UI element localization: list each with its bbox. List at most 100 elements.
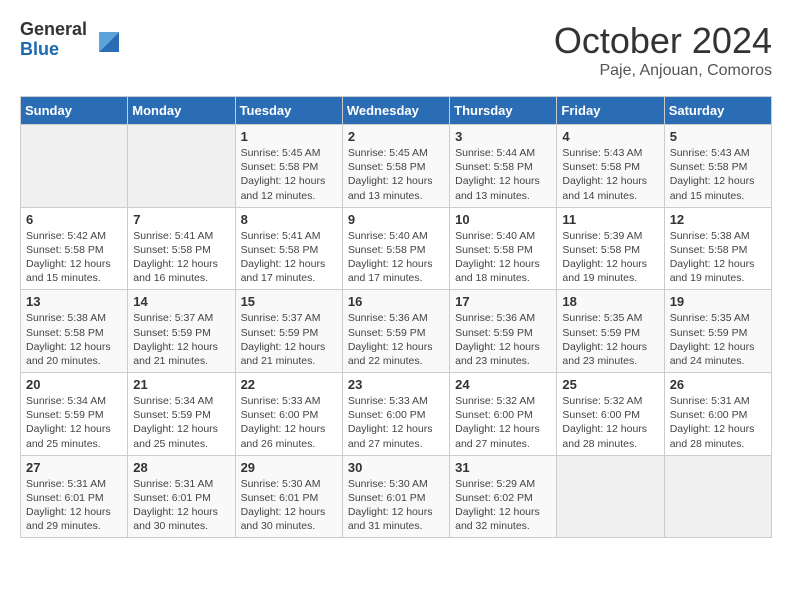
calendar-week-row: 6 Sunrise: 5:42 AMSunset: 5:58 PMDaylight… <box>21 207 772 290</box>
calendar-week-row: 13 Sunrise: 5:38 AMSunset: 5:58 PMDayligh… <box>21 290 772 373</box>
day-number: 6 <box>26 212 122 227</box>
day-info: Sunrise: 5:42 AMSunset: 5:58 PMDaylight:… <box>26 229 122 286</box>
day-info: Sunrise: 5:35 AMSunset: 5:59 PMDaylight:… <box>562 311 658 368</box>
month-title: October 2024 <box>554 20 772 62</box>
day-number: 25 <box>562 377 658 392</box>
day-number: 15 <box>241 294 337 309</box>
logo-general-text: General <box>20 20 87 40</box>
day-number: 7 <box>133 212 229 227</box>
day-info: Sunrise: 5:34 AMSunset: 5:59 PMDaylight:… <box>133 394 229 451</box>
page-header: General Blue October 2024 Paje, Anjouan,… <box>20 20 772 80</box>
day-info: Sunrise: 5:40 AMSunset: 5:58 PMDaylight:… <box>348 229 444 286</box>
calendar-header-tuesday: Tuesday <box>235 97 342 125</box>
calendar-cell: 28 Sunrise: 5:31 AMSunset: 6:01 PMDayligh… <box>128 455 235 538</box>
calendar-cell: 19Sunrise: 5:35 AMSunset: 5:59 PMDayligh… <box>664 290 771 373</box>
day-number: 1 <box>241 129 337 144</box>
day-info: Sunrise: 5:38 AMSunset: 5:58 PMDaylight:… <box>26 311 122 368</box>
day-info: Sunrise: 5:31 AMSunset: 6:01 PMDaylight:… <box>133 477 229 534</box>
location-text: Paje, Anjouan, Comoros <box>554 62 772 80</box>
calendar-cell <box>128 125 235 208</box>
calendar-cell: 31Sunrise: 5:29 AMSunset: 6:02 PMDayligh… <box>450 455 557 538</box>
calendar-header-thursday: Thursday <box>450 97 557 125</box>
day-number: 18 <box>562 294 658 309</box>
day-number: 9 <box>348 212 444 227</box>
calendar-cell: 4Sunrise: 5:43 AMSunset: 5:58 PMDaylight… <box>557 125 664 208</box>
day-number: 16 <box>348 294 444 309</box>
calendar-cell: 14 Sunrise: 5:37 AMSunset: 5:59 PMDayligh… <box>128 290 235 373</box>
day-info: Sunrise: 5:32 AMSunset: 6:00 PMDaylight:… <box>455 394 551 451</box>
day-info: Sunrise: 5:45 AMSunset: 5:58 PMDaylight:… <box>348 146 444 203</box>
day-number: 24 <box>455 377 551 392</box>
calendar-cell: 24 Sunrise: 5:32 AMSunset: 6:00 PMDayligh… <box>450 373 557 456</box>
day-number: 10 <box>455 212 551 227</box>
calendar-cell: 20 Sunrise: 5:34 AMSunset: 5:59 PMDayligh… <box>21 373 128 456</box>
day-info: Sunrise: 5:41 AMSunset: 5:58 PMDaylight:… <box>241 229 337 286</box>
calendar-header-monday: Monday <box>128 97 235 125</box>
day-info: Sunrise: 5:34 AMSunset: 5:59 PMDaylight:… <box>26 394 122 451</box>
calendar-cell: 17 Sunrise: 5:36 AMSunset: 5:59 PMDayligh… <box>450 290 557 373</box>
day-info: Sunrise: 5:38 AMSunset: 5:58 PMDaylight:… <box>670 229 766 286</box>
calendar-cell: 13 Sunrise: 5:38 AMSunset: 5:58 PMDayligh… <box>21 290 128 373</box>
calendar-week-row: 27 Sunrise: 5:31 AMSunset: 6:01 PMDayligh… <box>21 455 772 538</box>
day-number: 14 <box>133 294 229 309</box>
day-number: 13 <box>26 294 122 309</box>
calendar-cell: 30 Sunrise: 5:30 AMSunset: 6:01 PMDayligh… <box>342 455 449 538</box>
day-number: 26 <box>670 377 766 392</box>
calendar-cell: 21 Sunrise: 5:34 AMSunset: 5:59 PMDayligh… <box>128 373 235 456</box>
day-number: 27 <box>26 460 122 475</box>
day-number: 30 <box>348 460 444 475</box>
day-info: Sunrise: 5:40 AMSunset: 5:58 PMDaylight:… <box>455 229 551 286</box>
day-info: Sunrise: 5:30 AMSunset: 6:01 PMDaylight:… <box>348 477 444 534</box>
day-info: Sunrise: 5:35 AMSunset: 5:59 PMDaylight:… <box>670 311 766 368</box>
calendar-cell: 2 Sunrise: 5:45 AMSunset: 5:58 PMDaylight… <box>342 125 449 208</box>
day-info: Sunrise: 5:30 AMSunset: 6:01 PMDaylight:… <box>241 477 337 534</box>
calendar-cell: 18 Sunrise: 5:35 AMSunset: 5:59 PMDayligh… <box>557 290 664 373</box>
day-info: Sunrise: 5:43 AMSunset: 5:58 PMDaylight:… <box>670 146 766 203</box>
calendar-cell: 6 Sunrise: 5:42 AMSunset: 5:58 PMDaylight… <box>21 207 128 290</box>
title-block: October 2024 Paje, Anjouan, Comoros <box>554 20 772 80</box>
calendar-cell: 23Sunrise: 5:33 AMSunset: 6:00 PMDayligh… <box>342 373 449 456</box>
calendar-cell: 10 Sunrise: 5:40 AMSunset: 5:58 PMDayligh… <box>450 207 557 290</box>
calendar-cell: 27Sunrise: 5:31 AMSunset: 6:01 PMDayligh… <box>21 455 128 538</box>
day-info: Sunrise: 5:37 AMSunset: 5:59 PMDaylight:… <box>241 311 337 368</box>
day-number: 21 <box>133 377 229 392</box>
day-number: 20 <box>26 377 122 392</box>
day-number: 29 <box>241 460 337 475</box>
calendar-week-row: 20 Sunrise: 5:34 AMSunset: 5:59 PMDayligh… <box>21 373 772 456</box>
calendar-cell: 8Sunrise: 5:41 AMSunset: 5:58 PMDaylight… <box>235 207 342 290</box>
calendar-header-wednesday: Wednesday <box>342 97 449 125</box>
calendar-cell <box>664 455 771 538</box>
calendar-header-friday: Friday <box>557 97 664 125</box>
day-number: 2 <box>348 129 444 144</box>
calendar-cell: 5 Sunrise: 5:43 AMSunset: 5:58 PMDaylight… <box>664 125 771 208</box>
day-info: Sunrise: 5:32 AMSunset: 6:00 PMDaylight:… <box>562 394 658 451</box>
day-info: Sunrise: 5:36 AMSunset: 5:59 PMDaylight:… <box>455 311 551 368</box>
day-number: 17 <box>455 294 551 309</box>
calendar-header-row: SundayMondayTuesdayWednesdayThursdayFrid… <box>21 97 772 125</box>
calendar-cell: 9 Sunrise: 5:40 AMSunset: 5:58 PMDaylight… <box>342 207 449 290</box>
calendar-header-sunday: Sunday <box>21 97 128 125</box>
day-number: 28 <box>133 460 229 475</box>
day-number: 22 <box>241 377 337 392</box>
calendar-cell: 26 Sunrise: 5:31 AMSunset: 6:00 PMDayligh… <box>664 373 771 456</box>
day-info: Sunrise: 5:33 AMSunset: 6:00 PMDaylight:… <box>241 394 337 451</box>
day-number: 23 <box>348 377 444 392</box>
day-info: Sunrise: 5:37 AMSunset: 5:59 PMDaylight:… <box>133 311 229 368</box>
day-info: Sunrise: 5:39 AMSunset: 5:58 PMDaylight:… <box>562 229 658 286</box>
calendar-header-saturday: Saturday <box>664 97 771 125</box>
calendar-cell: 12 Sunrise: 5:38 AMSunset: 5:58 PMDayligh… <box>664 207 771 290</box>
day-info: Sunrise: 5:31 AMSunset: 6:00 PMDaylight:… <box>670 394 766 451</box>
day-number: 11 <box>562 212 658 227</box>
day-number: 5 <box>670 129 766 144</box>
calendar-cell: 11 Sunrise: 5:39 AMSunset: 5:58 PMDayligh… <box>557 207 664 290</box>
calendar-cell: 1 Sunrise: 5:45 AMSunset: 5:58 PMDaylight… <box>235 125 342 208</box>
day-info: Sunrise: 5:36 AMSunset: 5:59 PMDaylight:… <box>348 311 444 368</box>
calendar-cell: 25 Sunrise: 5:32 AMSunset: 6:00 PMDayligh… <box>557 373 664 456</box>
day-number: 31 <box>455 460 551 475</box>
day-info: Sunrise: 5:45 AMSunset: 5:58 PMDaylight:… <box>241 146 337 203</box>
logo: General Blue <box>20 20 123 60</box>
calendar-cell <box>21 125 128 208</box>
day-number: 12 <box>670 212 766 227</box>
calendar-cell: 29 Sunrise: 5:30 AMSunset: 6:01 PMDayligh… <box>235 455 342 538</box>
calendar-table: SundayMondayTuesdayWednesdayThursdayFrid… <box>20 96 772 538</box>
